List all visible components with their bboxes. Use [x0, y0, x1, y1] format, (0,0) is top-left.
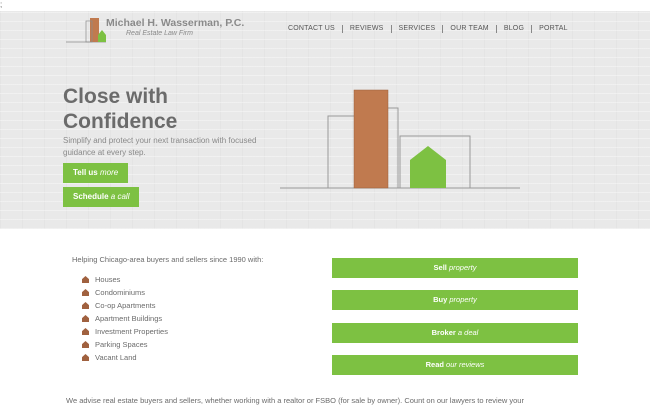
- read-label: Read: [425, 360, 444, 369]
- tell-us-more-button[interactable]: Tell us more: [63, 163, 129, 183]
- house-icon: [82, 328, 89, 335]
- sell-label: Sell: [433, 263, 447, 272]
- skyline-illustration-icon: [280, 89, 520, 189]
- hero-title-line1: Close with: [63, 85, 169, 108]
- nav-reviews[interactable]: REVIEWS: [341, 25, 391, 33]
- house-icon: [82, 354, 89, 361]
- list-item: Parking Spaces: [82, 338, 168, 351]
- stray-character: ;: [0, 0, 3, 9]
- buy-suffix: property: [447, 295, 477, 304]
- sell-suffix: property: [446, 263, 477, 272]
- firm-name: Michael H. Wasserman, P.C.: [106, 17, 245, 29]
- sell-property-button[interactable]: Sell property: [332, 258, 578, 278]
- nav-blog[interactable]: BLOG: [495, 25, 531, 33]
- logo-mark-icon: [66, 18, 106, 43]
- schedule-suffix: a call: [108, 192, 130, 201]
- property-types-list: Houses Condominiums Co-op Apartments Apa…: [82, 273, 168, 364]
- logo[interactable]: Michael H. Wasserman, P.C. Real Estate L…: [66, 17, 244, 45]
- firm-tagline: Real Estate Law Firm: [126, 30, 193, 37]
- tell-us-label: Tell us: [73, 168, 98, 177]
- house-icon: [82, 315, 89, 322]
- hero-title-line2: Confidence: [63, 110, 178, 133]
- broker-label: Broker: [431, 328, 456, 337]
- house-icon: [82, 276, 89, 283]
- broker-suffix: a deal: [455, 328, 479, 337]
- nav-contact-us[interactable]: CONTACT US: [281, 25, 342, 33]
- hero-title: Close with Confidence: [63, 84, 283, 134]
- list-item: Investment Properties: [82, 325, 168, 338]
- main-nav: CONTACT US REVIEWS SERVICES OUR TEAM BLO…: [281, 25, 575, 33]
- house-icon: [82, 341, 89, 348]
- list-item: Condominiums: [82, 286, 168, 299]
- intro-text: Helping Chicago-area buyers and sellers …: [72, 255, 264, 264]
- list-item: Co-op Apartments: [82, 299, 168, 312]
- hero-description: Simplify and protect your next transacti…: [63, 136, 257, 157]
- read-reviews-button[interactable]: Read our reviews: [332, 355, 578, 375]
- nav-portal[interactable]: PORTAL: [531, 25, 575, 33]
- house-icon: [82, 302, 89, 309]
- schedule-label: Schedule: [73, 192, 109, 201]
- tell-us-suffix: more: [97, 168, 119, 177]
- house-icon: [82, 289, 89, 296]
- list-item: Houses: [82, 273, 168, 286]
- list-item: Apartment Buildings: [82, 312, 168, 325]
- broker-deal-button[interactable]: Broker a deal: [332, 323, 578, 343]
- buy-property-button[interactable]: Buy property: [332, 290, 578, 310]
- nav-services[interactable]: SERVICES: [390, 25, 443, 33]
- buy-label: Buy: [433, 295, 448, 304]
- advice-paragraph: We advise real estate buyers and sellers…: [66, 396, 524, 405]
- schedule-call-button[interactable]: Schedule a call: [63, 187, 140, 207]
- read-suffix: our reviews: [443, 360, 485, 369]
- list-item: Vacant Land: [82, 351, 168, 364]
- nav-our-team[interactable]: OUR TEAM: [442, 25, 495, 33]
